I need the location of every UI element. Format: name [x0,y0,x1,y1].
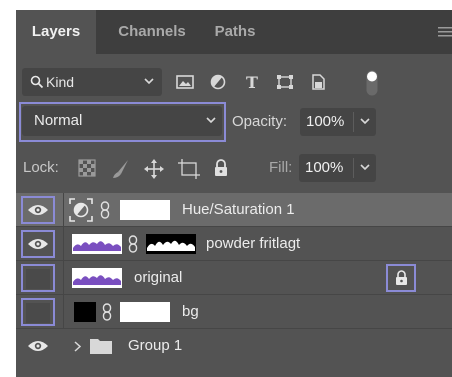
chevron-down-icon [144,78,154,85]
lock-all-icon[interactable] [213,159,229,177]
visibility-column[interactable] [16,261,64,295]
layer-row-original[interactable]: original [16,261,452,295]
blend-mode-row: Normal Opacity: 100% [16,102,452,146]
tab-channels[interactable]: Channels [102,10,202,54]
search-icon [30,75,44,89]
fill-label: Fill: [269,159,293,176]
layer-thumbnail[interactable] [72,268,122,288]
link-chain-icon[interactable] [100,201,110,219]
layer-row-powder-fritlagt[interactable]: powder fritlagt [16,227,452,261]
layer-row-hue-saturation[interactable]: Hue/Saturation 1 [16,193,452,227]
layers-panel: Layers Channels Paths Kind T Normal Opac… [16,10,452,377]
layer-name: Group 1 [128,337,183,354]
visibility-toggle-empty[interactable] [26,269,50,289]
fill-input[interactable]: 100% [299,154,376,182]
opacity-value: 100% [306,113,345,130]
blend-mode-value: Normal [34,112,83,129]
visibility-column[interactable] [16,329,64,363]
eye-icon[interactable] [27,203,49,217]
folder-icon [90,339,112,354]
type-filter-icon[interactable]: T [244,74,260,90]
opacity-input[interactable]: 100% [300,108,376,136]
chevron-right-icon[interactable] [74,341,81,352]
opacity-divider [353,112,354,132]
panel-menu-icon[interactable] [438,26,452,38]
fill-value: 100% [305,159,344,176]
shape-filter-icon[interactable] [276,74,294,90]
eye-icon[interactable] [27,339,49,353]
fill-divider [353,158,354,178]
layer-name: bg [182,303,199,320]
layer-row-group-1[interactable]: Group 1 [16,329,452,363]
layer-filter-row: Kind T [16,66,452,100]
link-chain-icon[interactable] [102,303,112,321]
link-chain-icon[interactable] [128,235,138,253]
filter-kind-label: Kind [46,74,75,90]
lock-image-pixels-icon[interactable] [112,159,130,179]
layer-row-bg[interactable]: bg [16,295,452,329]
visibility-column[interactable] [16,193,64,227]
layer-mask-thumbnail[interactable] [146,234,196,254]
image-filter-icon[interactable] [176,74,194,90]
lock-row: Lock: Fill: 100% [16,150,452,186]
filter-toggle-icon[interactable] [366,70,378,96]
adjustment-layer-icon [69,198,93,222]
filter-kind-select[interactable]: Kind [22,68,162,96]
visibility-column[interactable] [16,295,64,329]
lock-icon[interactable] [395,270,408,286]
layer-lock-highlight [386,264,416,292]
layer-mask-thumbnail[interactable] [120,302,170,322]
chevron-down-icon[interactable] [360,118,370,125]
adjustment-filter-icon[interactable] [210,74,226,90]
eye-icon[interactable] [27,237,49,251]
layer-name: Hue/Saturation 1 [182,201,295,218]
lock-transparent-pixels-icon[interactable] [78,159,96,177]
tab-layers[interactable]: Layers [16,10,96,54]
layer-name: powder fritlagt [206,235,301,252]
panel-tab-bar: Layers Channels Paths [16,10,452,54]
chevron-down-icon [206,117,216,124]
layer-name: original [134,269,183,286]
blend-mode-select[interactable]: Normal [22,106,222,136]
chevron-down-icon[interactable] [360,164,370,171]
visibility-toggle-empty[interactable] [26,303,50,323]
visibility-column[interactable] [16,227,64,261]
layer-thumbnail[interactable] [72,234,122,254]
lock-position-icon[interactable] [144,159,164,179]
smart-object-filter-icon[interactable] [310,74,326,90]
layer-mask-thumbnail[interactable] [120,200,170,220]
lock-artboard-icon[interactable] [178,159,200,179]
opacity-label: Opacity: [232,113,288,130]
layer-thumbnail[interactable] [74,302,96,322]
tab-paths[interactable]: Paths [204,10,266,54]
svg-text:T: T [246,74,258,90]
lock-label: Lock: [23,159,59,176]
